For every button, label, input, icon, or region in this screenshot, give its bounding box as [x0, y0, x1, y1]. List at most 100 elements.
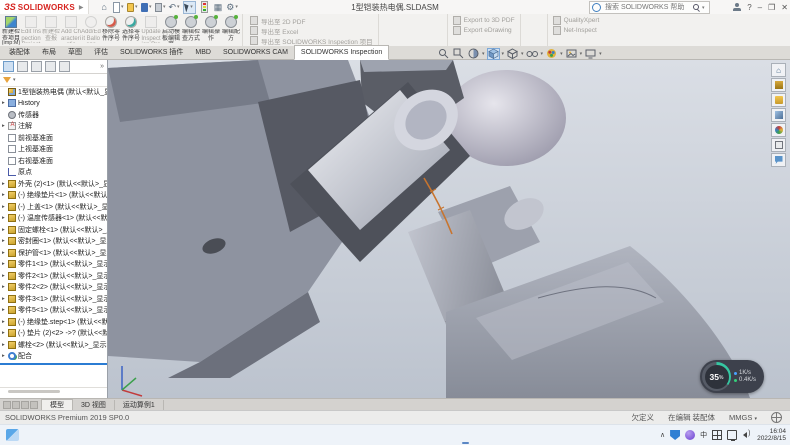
section-caret-icon[interactable]: ▾	[482, 51, 485, 57]
edge-icon[interactable]	[250, 428, 263, 441]
print-icon[interactable]: ▾	[155, 2, 166, 13]
browser-colorful-icon[interactable]	[364, 428, 377, 441]
tree-item[interactable]: ▸ (-) 绝缘垫片<1> (默认<<默认>_显	[0, 190, 107, 202]
tree-item[interactable]: 传感器	[0, 109, 107, 121]
word-app-icon[interactable]	[440, 428, 453, 441]
tree-item[interactable]: ▸ History	[0, 98, 107, 110]
design-library-icon[interactable]	[771, 78, 786, 92]
appearance-caret-icon[interactable]: ▾	[560, 51, 563, 57]
cloud-app-icon[interactable]	[326, 428, 339, 441]
ribbon-button[interactable]: 新建检查报	[41, 14, 61, 46]
ribbon-export-button[interactable]: Export eDrawing	[453, 26, 515, 35]
clock[interactable]: 16:04 2022/8/15	[757, 428, 786, 443]
tree-item[interactable]: 上视基准面	[0, 144, 107, 156]
ime-grid-icon[interactable]	[712, 430, 722, 440]
solidworks-resources-icon[interactable]: ⌂	[771, 63, 786, 77]
logo-flyout-icon[interactable]: ▶	[79, 4, 84, 11]
select-icon[interactable]: ▾	[183, 1, 196, 14]
task-view-button[interactable]	[231, 428, 244, 441]
ribbon-button[interactable]: 编辑检查方式	[181, 14, 201, 46]
zoom-fit-icon[interactable]	[437, 48, 450, 60]
ribbon-quality-button[interactable]: QualityXpert	[553, 16, 600, 25]
tree-root-assembly[interactable]: 1型铠装热电偶 (默认<默认_显示状态-1>	[0, 86, 107, 98]
ribbon-tab[interactable]: 评估	[88, 46, 114, 59]
tree-item[interactable]: ▸ 外壳 (2)<1> (默认<<默认>_显示状	[0, 178, 107, 190]
tree-item[interactable]: ▸ (-) 绝缘垫.step<1> (默认<<默认>	[0, 316, 107, 328]
tree-item[interactable]: ▸ 零件2<2> (默认<<默认>_显示状态	[0, 282, 107, 294]
view-settings-caret-icon[interactable]: ▾	[599, 51, 602, 57]
ribbon-export-button[interactable]: Export to 3D PDF	[453, 16, 515, 25]
tree-item[interactable]: ▸ 配合	[0, 351, 107, 363]
tree-item[interactable]: ▸ 零件3<1> (默认<<默认>_显示状态	[0, 293, 107, 305]
shield-icon[interactable]	[670, 430, 680, 440]
ribbon-button[interactable]: 编辑操作	[201, 14, 221, 46]
tree-item[interactable]: ▸ 螺栓<2> (默认<<默认>_显示状态	[0, 339, 107, 351]
tab-dimxpert-manager[interactable]	[45, 61, 56, 72]
custom-properties-icon[interactable]	[771, 138, 786, 152]
chrome-icon[interactable]	[383, 428, 396, 441]
zoom-area-icon[interactable]	[452, 48, 465, 60]
ribbon-export-button[interactable]: 导出至 Excel	[250, 26, 373, 35]
assistant-ball-icon[interactable]	[685, 430, 695, 440]
new-document-icon[interactable]: ▾	[113, 2, 124, 13]
display-style-caret-icon[interactable]: ▾	[521, 51, 524, 57]
file-properties-icon[interactable]: ▦	[213, 2, 224, 13]
wps-icon[interactable]	[421, 428, 434, 441]
ribbon-button[interactable]: 移除零件序号	[101, 14, 121, 46]
ribbon-export-button[interactable]: 导出至 SOLIDWORKS Inspection 项目	[250, 36, 373, 45]
help-search-box[interactable]: ▾	[589, 1, 710, 14]
filter-caret-icon[interactable]: ▾	[13, 77, 16, 83]
save-icon[interactable]: ▾	[141, 2, 152, 13]
restore-button[interactable]: ❐	[768, 3, 775, 12]
tree-item[interactable]: ▸ 注解	[0, 121, 107, 133]
cad-app-icon[interactable]	[402, 428, 415, 441]
section-view-icon[interactable]	[467, 48, 480, 60]
ribbon-button[interactable]: 启动模板编辑器	[161, 14, 181, 46]
orientation-caret-icon[interactable]: ▾	[502, 51, 505, 57]
tab-feature-manager[interactable]	[3, 61, 14, 72]
ribbon-tab[interactable]: SOLIDWORKS Inspection	[294, 45, 389, 60]
tree-item[interactable]: 前视基准面	[0, 132, 107, 144]
tree-item[interactable]: ▸ (-) 上盖<1> (默认<<默认>_显示状	[0, 201, 107, 213]
ribbon-button[interactable]: 选择零件序号	[121, 14, 141, 46]
appearances-scenes-icon[interactable]	[771, 123, 786, 137]
volume-icon[interactable]	[742, 430, 752, 440]
tree-item[interactable]: 原点	[0, 167, 107, 179]
ribbon-button[interactable]: Add Characteristic	[61, 14, 81, 46]
help-button[interactable]: ?	[747, 3, 751, 12]
ribbon-tab[interactable]: 布局	[36, 46, 62, 59]
graphics-area[interactable]	[108, 60, 790, 398]
solidworks-logo[interactable]: ЗS SOLIDWORKS ▶	[0, 0, 89, 14]
tab-configuration-manager[interactable]	[31, 61, 42, 72]
search-button[interactable]	[212, 428, 225, 441]
ribbon-tab[interactable]: SOLIDWORKS 插件	[114, 46, 189, 59]
minimize-button[interactable]: –	[758, 3, 762, 12]
tree-item[interactable]: ▸ 零件1<1> (默认<<默认>_显示状态	[0, 259, 107, 271]
open-icon[interactable]: ▾	[127, 2, 138, 13]
display-tray-icon[interactable]	[727, 430, 737, 440]
ribbon-button[interactable]: 新建检查项目 (imp:M)	[1, 14, 21, 46]
undo-icon[interactable]: ↶▾	[169, 2, 180, 13]
file-explorer-pane-icon[interactable]	[771, 93, 786, 107]
view-orientation-icon[interactable]	[487, 48, 500, 60]
browser-360-icon[interactable]	[345, 428, 358, 441]
view-settings-icon[interactable]	[584, 48, 597, 60]
file-explorer-icon[interactable]	[269, 428, 282, 441]
ribbon-export-button[interactable]: 导出至 2D PDF	[250, 16, 373, 25]
ribbon-tab[interactable]: SOLIDWORKS CAM	[217, 46, 294, 59]
ribbon-tab[interactable]: 装配体	[3, 46, 36, 59]
tree-item[interactable]: ▸ 固定螺栓<1> (默认<<默认>_显示	[0, 224, 107, 236]
ribbon-quality-button[interactable]: Net-Inspect	[553, 26, 600, 35]
search-input[interactable]	[603, 3, 691, 12]
tab-display-manager[interactable]	[59, 61, 70, 72]
start-button[interactable]	[193, 428, 206, 441]
close-button[interactable]: ✕	[781, 3, 788, 12]
units-selector[interactable]: MMGS ▾	[729, 413, 757, 422]
tray-overflow-icon[interactable]: ∧	[660, 431, 665, 439]
options-icon[interactable]: ⚙▾	[227, 2, 238, 13]
forum-icon[interactable]	[771, 153, 786, 167]
view-palette-icon[interactable]	[771, 108, 786, 122]
tree-item[interactable]: ▸ 零件2<1> (默认<<默认>_显示状态	[0, 270, 107, 282]
solidworks-app-icon[interactable]	[459, 428, 472, 441]
mail-icon[interactable]	[288, 428, 301, 441]
